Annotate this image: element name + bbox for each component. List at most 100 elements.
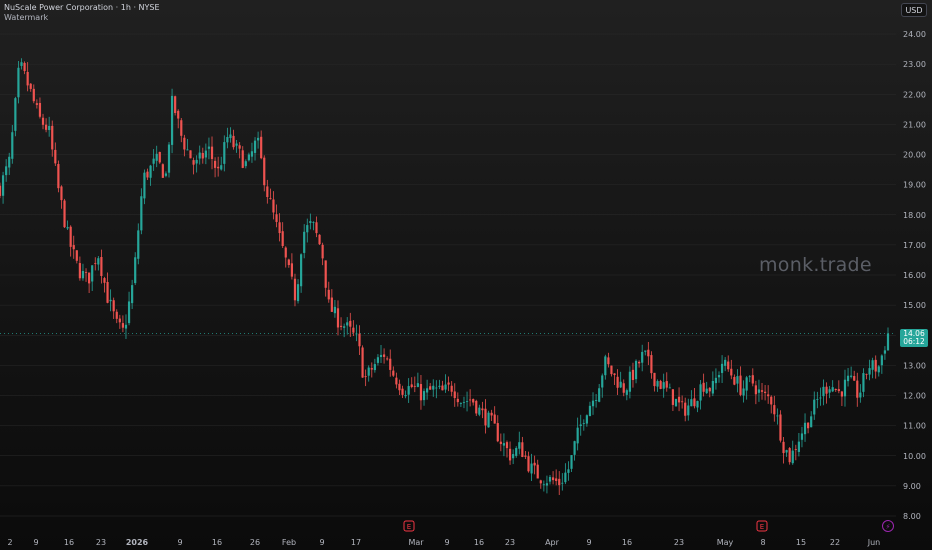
price-tick-label: 9.00 [903, 482, 921, 491]
time-tick-label: 17 [351, 538, 361, 547]
candle-body [699, 384, 702, 401]
candle-body [51, 125, 54, 150]
candle-body [413, 385, 416, 387]
candle-body [343, 326, 346, 328]
candle-body [204, 150, 207, 158]
candle-body [496, 423, 499, 442]
candle-body [822, 386, 825, 397]
candle-body [152, 158, 155, 164]
candle-body [180, 120, 183, 136]
candle-body [671, 389, 675, 405]
candle-body [579, 424, 582, 427]
event-markers[interactable]: E E ⚡ [403, 520, 894, 532]
candle-body [235, 143, 238, 146]
candle-body [416, 383, 419, 387]
watermark-indicator-label[interactable]: Watermark [4, 13, 48, 22]
time-tick-label: 9 [444, 538, 449, 547]
candle-body [17, 67, 20, 98]
candle-body [272, 199, 275, 213]
candle-body [616, 376, 619, 388]
candle-body [429, 386, 432, 390]
candle-body [490, 412, 493, 416]
candle-body [613, 373, 616, 376]
candle-body [41, 117, 45, 125]
candle-body [850, 375, 853, 377]
candle-body [100, 256, 103, 276]
candle-body [266, 186, 269, 197]
bar-countdown: 06:12 [903, 337, 925, 346]
candle-body [619, 381, 622, 388]
candle-body [524, 455, 527, 457]
price-tick-label: 17.00 [903, 241, 926, 250]
candle-body [478, 407, 481, 415]
candle-body [862, 373, 865, 392]
candle-body [874, 359, 877, 372]
candle-body [883, 350, 887, 354]
candle-body [195, 159, 198, 164]
candle-body [158, 152, 161, 163]
candle-body [588, 405, 592, 417]
candle-body [35, 103, 38, 105]
candle-body [843, 379, 847, 397]
candle-body [585, 415, 588, 424]
candle-body [407, 386, 410, 395]
price-axis[interactable]: 24.00 23.00 22.00 21.00 20.00 19.00 18.00 17.00… [903, 30, 926, 521]
candle-body [303, 231, 306, 253]
candle-body [84, 272, 88, 274]
candle-body [186, 149, 189, 151]
candle-body [745, 377, 748, 391]
candle-body [309, 221, 312, 224]
candle-body [361, 347, 364, 378]
candle-body [751, 375, 754, 384]
time-tick-label: 23 [505, 538, 515, 547]
candle-body [11, 132, 14, 159]
candle-body [542, 484, 545, 486]
time-tick-label: Mar [408, 538, 424, 547]
candle-body [736, 376, 739, 384]
currency-button[interactable]: USD [901, 3, 927, 17]
candle-body [5, 166, 8, 176]
candle-body [38, 102, 42, 117]
candle-body [690, 399, 693, 407]
time-tick-label: 16 [474, 538, 484, 547]
candle-body [207, 146, 211, 149]
candle-body [346, 322, 349, 326]
candle-body [702, 382, 705, 392]
candle-body [825, 386, 828, 394]
candle-body [349, 320, 352, 327]
candle-body [628, 371, 631, 392]
candle-body [625, 390, 628, 395]
candle-body [810, 416, 813, 428]
price-tick-label: 12.00 [903, 392, 926, 401]
candle-body [174, 96, 177, 114]
candle-body [714, 377, 718, 384]
time-axis[interactable]: 2 9 16 23 2026 9 16 26 Feb 9 17 Mar 9 16 23 Apr 9 16 23 May… [7, 538, 880, 547]
candle-body [475, 400, 478, 414]
symbol-title[interactable]: NuScale Power Corporation · 1h · NYSE [4, 3, 160, 12]
candle-body [44, 124, 48, 130]
candle-body [456, 398, 459, 403]
candle-body [573, 441, 576, 455]
candle-body [693, 398, 696, 407]
candle-body [177, 110, 180, 119]
candle-body [681, 401, 684, 403]
time-tick-label: 23 [96, 538, 106, 547]
candle-body [536, 464, 539, 479]
candle-body [103, 278, 106, 283]
candle-body [730, 368, 733, 376]
candle-body [518, 442, 521, 449]
candle-body [505, 442, 509, 449]
candle-body [555, 478, 558, 481]
candle-body [800, 433, 804, 440]
candle-body [447, 382, 450, 385]
candle-body [88, 272, 91, 284]
candle-body [607, 357, 610, 365]
candles[interactable] [0, 58, 890, 496]
candle-body [465, 401, 469, 402]
candle-body [601, 375, 604, 388]
candle-body [232, 135, 235, 148]
candle-body [389, 358, 392, 370]
candle-body [287, 259, 290, 266]
candle-body [358, 333, 361, 347]
candle-body [97, 258, 100, 265]
